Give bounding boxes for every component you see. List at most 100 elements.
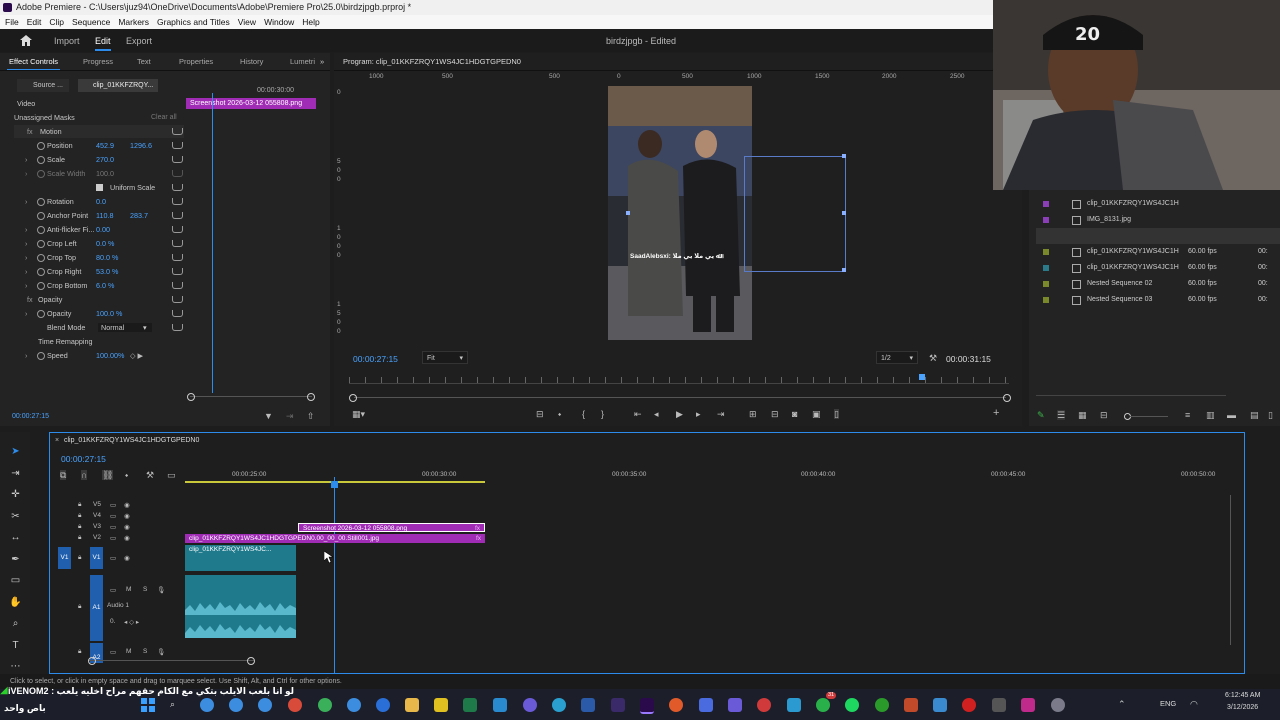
spotify-icon[interactable] — [845, 698, 859, 712]
eye-icon[interactable]: ◉ — [124, 554, 130, 562]
source-tab[interactable]: Source ... — [17, 79, 69, 92]
type-tool-icon[interactable]: T — [9, 639, 22, 652]
panel-overflow-icon[interactable]: » — [320, 57, 324, 66]
tab-text[interactable]: Text — [137, 57, 151, 66]
home-icon[interactable] — [20, 35, 32, 46]
project-item[interactable]: clip_01KKFZRQY1WS4JC1H 60.00 fps 00: — [1036, 244, 1280, 260]
scale-width-row[interactable]: › Scale Width 100.0 — [0, 167, 185, 180]
add-marker-icon[interactable]: ⬩ — [125, 470, 128, 480]
settings-wrench-icon[interactable]: ⚒ — [146, 470, 154, 480]
mark-in-out-icon[interactable]: ⊟ — [536, 409, 544, 419]
eye-icon[interactable]: ◉ — [124, 501, 130, 509]
go-to-out-icon[interactable]: ⇥ — [717, 409, 725, 419]
transform-handle-br[interactable] — [842, 268, 846, 272]
snap-icon[interactable]: ∩ — [81, 470, 88, 480]
uniform-scale-row[interactable]: Uniform Scale — [0, 181, 185, 194]
settings-gear-icon[interactable] — [1051, 698, 1065, 712]
hand-icon[interactable]: ✋ — [9, 596, 22, 609]
tab-properties[interactable]: Properties — [179, 57, 213, 66]
more-tools-icon[interactable]: ⋯ — [9, 660, 22, 673]
record-icon[interactable] — [962, 698, 976, 712]
app-icon-pink[interactable] — [1021, 698, 1035, 712]
sync-lock-icon[interactable]: ▭ — [110, 512, 116, 520]
linked-selection-icon[interactable]: ⛓ — [102, 470, 114, 480]
windows-start-icon[interactable] — [141, 698, 155, 712]
discord-icon[interactable] — [523, 698, 537, 712]
freeform-view-icon[interactable]: ⊟ — [1100, 410, 1108, 420]
tab-import[interactable]: Import — [54, 36, 80, 46]
go-to-in-icon[interactable]: ⇤ — [634, 409, 642, 419]
timeline-playhead[interactable] — [334, 477, 335, 673]
play-audio-icon[interactable]: ⇥ — [286, 411, 294, 421]
blend-mode-row[interactable]: Blend Mode Normal ▾ — [0, 321, 185, 334]
icon-view-icon[interactable]: ▦ — [1078, 410, 1087, 420]
tab-lumetri[interactable]: Lumetri — [290, 57, 315, 66]
sync-lock-icon[interactable]: ▭ — [110, 554, 116, 562]
settings-grid-icon[interactable]: ▦▾ — [352, 409, 365, 419]
lock-icon[interactable]: 🔒︎ — [78, 523, 81, 531]
menu-view[interactable]: View — [238, 15, 256, 29]
mark-out-icon[interactable]: } — [601, 409, 604, 419]
menu-clip[interactable]: Clip — [49, 15, 64, 29]
captions-icon[interactable]: ▭ — [167, 470, 176, 480]
fit-dropdown[interactable]: Fit ▾ — [422, 351, 468, 364]
eye-icon[interactable]: ◉ — [124, 512, 130, 520]
menu-sequence[interactable]: Sequence — [72, 15, 110, 29]
close-icon[interactable]: × — [55, 437, 59, 444]
tab-history[interactable]: History — [240, 57, 263, 66]
clip-v2-still[interactable]: clip_01KKFZRQY1WS4JC1HDGTGPEDN0.00_00_00… — [185, 534, 485, 543]
step-forward-icon[interactable]: ▸ — [696, 409, 701, 419]
browser-icon[interactable] — [376, 698, 390, 712]
app-icon-blue[interactable] — [699, 698, 713, 712]
project-item[interactable]: Nested Sequence 02 60.00 fps 00: — [1036, 276, 1280, 292]
automate-icon[interactable]: ▥ — [1206, 410, 1215, 420]
eye-icon[interactable]: ◉ — [124, 534, 130, 542]
program-zoom-bar[interactable] — [354, 397, 1006, 398]
eye-icon[interactable]: ◉ — [124, 523, 130, 531]
antiflicker-row[interactable]: › Anti-flicker Fi... 0.00 — [0, 223, 185, 236]
file-explorer-icon[interactable] — [405, 698, 419, 712]
ec-zoom-handle-left[interactable] — [187, 393, 195, 401]
extract-icon[interactable]: ⊟ — [771, 409, 779, 419]
app-icon-gray[interactable] — [992, 698, 1006, 712]
tab-effect-controls[interactable]: Effect Controls — [6, 57, 61, 70]
premiere-pro-icon[interactable] — [611, 698, 625, 712]
whatsapp-icon[interactable] — [816, 698, 830, 712]
xbox-icon[interactable] — [875, 698, 889, 712]
clip-v1-video[interactable]: clip_01KKFZRQY1WS4JC... — [185, 545, 296, 571]
app-icon-teal[interactable] — [933, 698, 947, 712]
program-zoom-right[interactable] — [1003, 394, 1011, 402]
edge-icon[interactable] — [552, 698, 566, 712]
pin-app-icon[interactable] — [493, 698, 507, 712]
app-icon-orange[interactable] — [669, 698, 683, 712]
chrome-icon-3[interactable] — [258, 698, 272, 712]
menu-window[interactable]: Window — [264, 15, 294, 29]
compare-icon[interactable]: ▣ — [812, 409, 821, 419]
premiere-active-icon[interactable] — [640, 698, 654, 714]
tab-export[interactable]: Export — [126, 36, 152, 46]
rectangle-icon[interactable]: ▭ — [9, 574, 22, 587]
clip-a1-audio[interactable] — [185, 575, 296, 638]
transform-handle-r[interactable] — [842, 211, 846, 215]
chrome-icon-5[interactable] — [318, 698, 332, 712]
telegram-icon[interactable] — [787, 698, 801, 712]
rotation-row[interactable]: › Rotation 0.0 — [0, 195, 185, 208]
export-icon[interactable]: ⇧ — [307, 411, 315, 421]
program-zoom-left[interactable] — [349, 394, 357, 402]
sync-lock-icon[interactable]: ▭ — [110, 523, 116, 531]
sync-lock-icon[interactable]: ▭ — [110, 586, 116, 594]
play-icon[interactable]: ▶ — [676, 409, 683, 419]
track-label-a1[interactable]: A1 — [90, 575, 103, 641]
timeline-v-scroll[interactable] — [1230, 495, 1231, 645]
transform-handle-tr[interactable] — [842, 154, 846, 158]
selection-tool-icon[interactable]: ➤ — [9, 445, 22, 458]
chrome-icon-6[interactable] — [347, 698, 361, 712]
lock-icon[interactable]: 🔒︎ — [78, 501, 81, 509]
pen-icon[interactable]: ✒ — [9, 553, 22, 566]
ec-zoom-handle-right[interactable] — [307, 393, 315, 401]
project-item[interactable]: clip_01KKFZRQY1WS4JC1H 60.00 fps 00: — [1036, 260, 1280, 276]
clip-tab[interactable]: clip_01KKFZRQY... — [78, 79, 158, 92]
menu-help[interactable]: Help — [302, 15, 319, 29]
track-select-icon[interactable]: ⇥ — [9, 467, 22, 480]
menu-graphics[interactable]: Graphics and Titles — [157, 15, 230, 29]
